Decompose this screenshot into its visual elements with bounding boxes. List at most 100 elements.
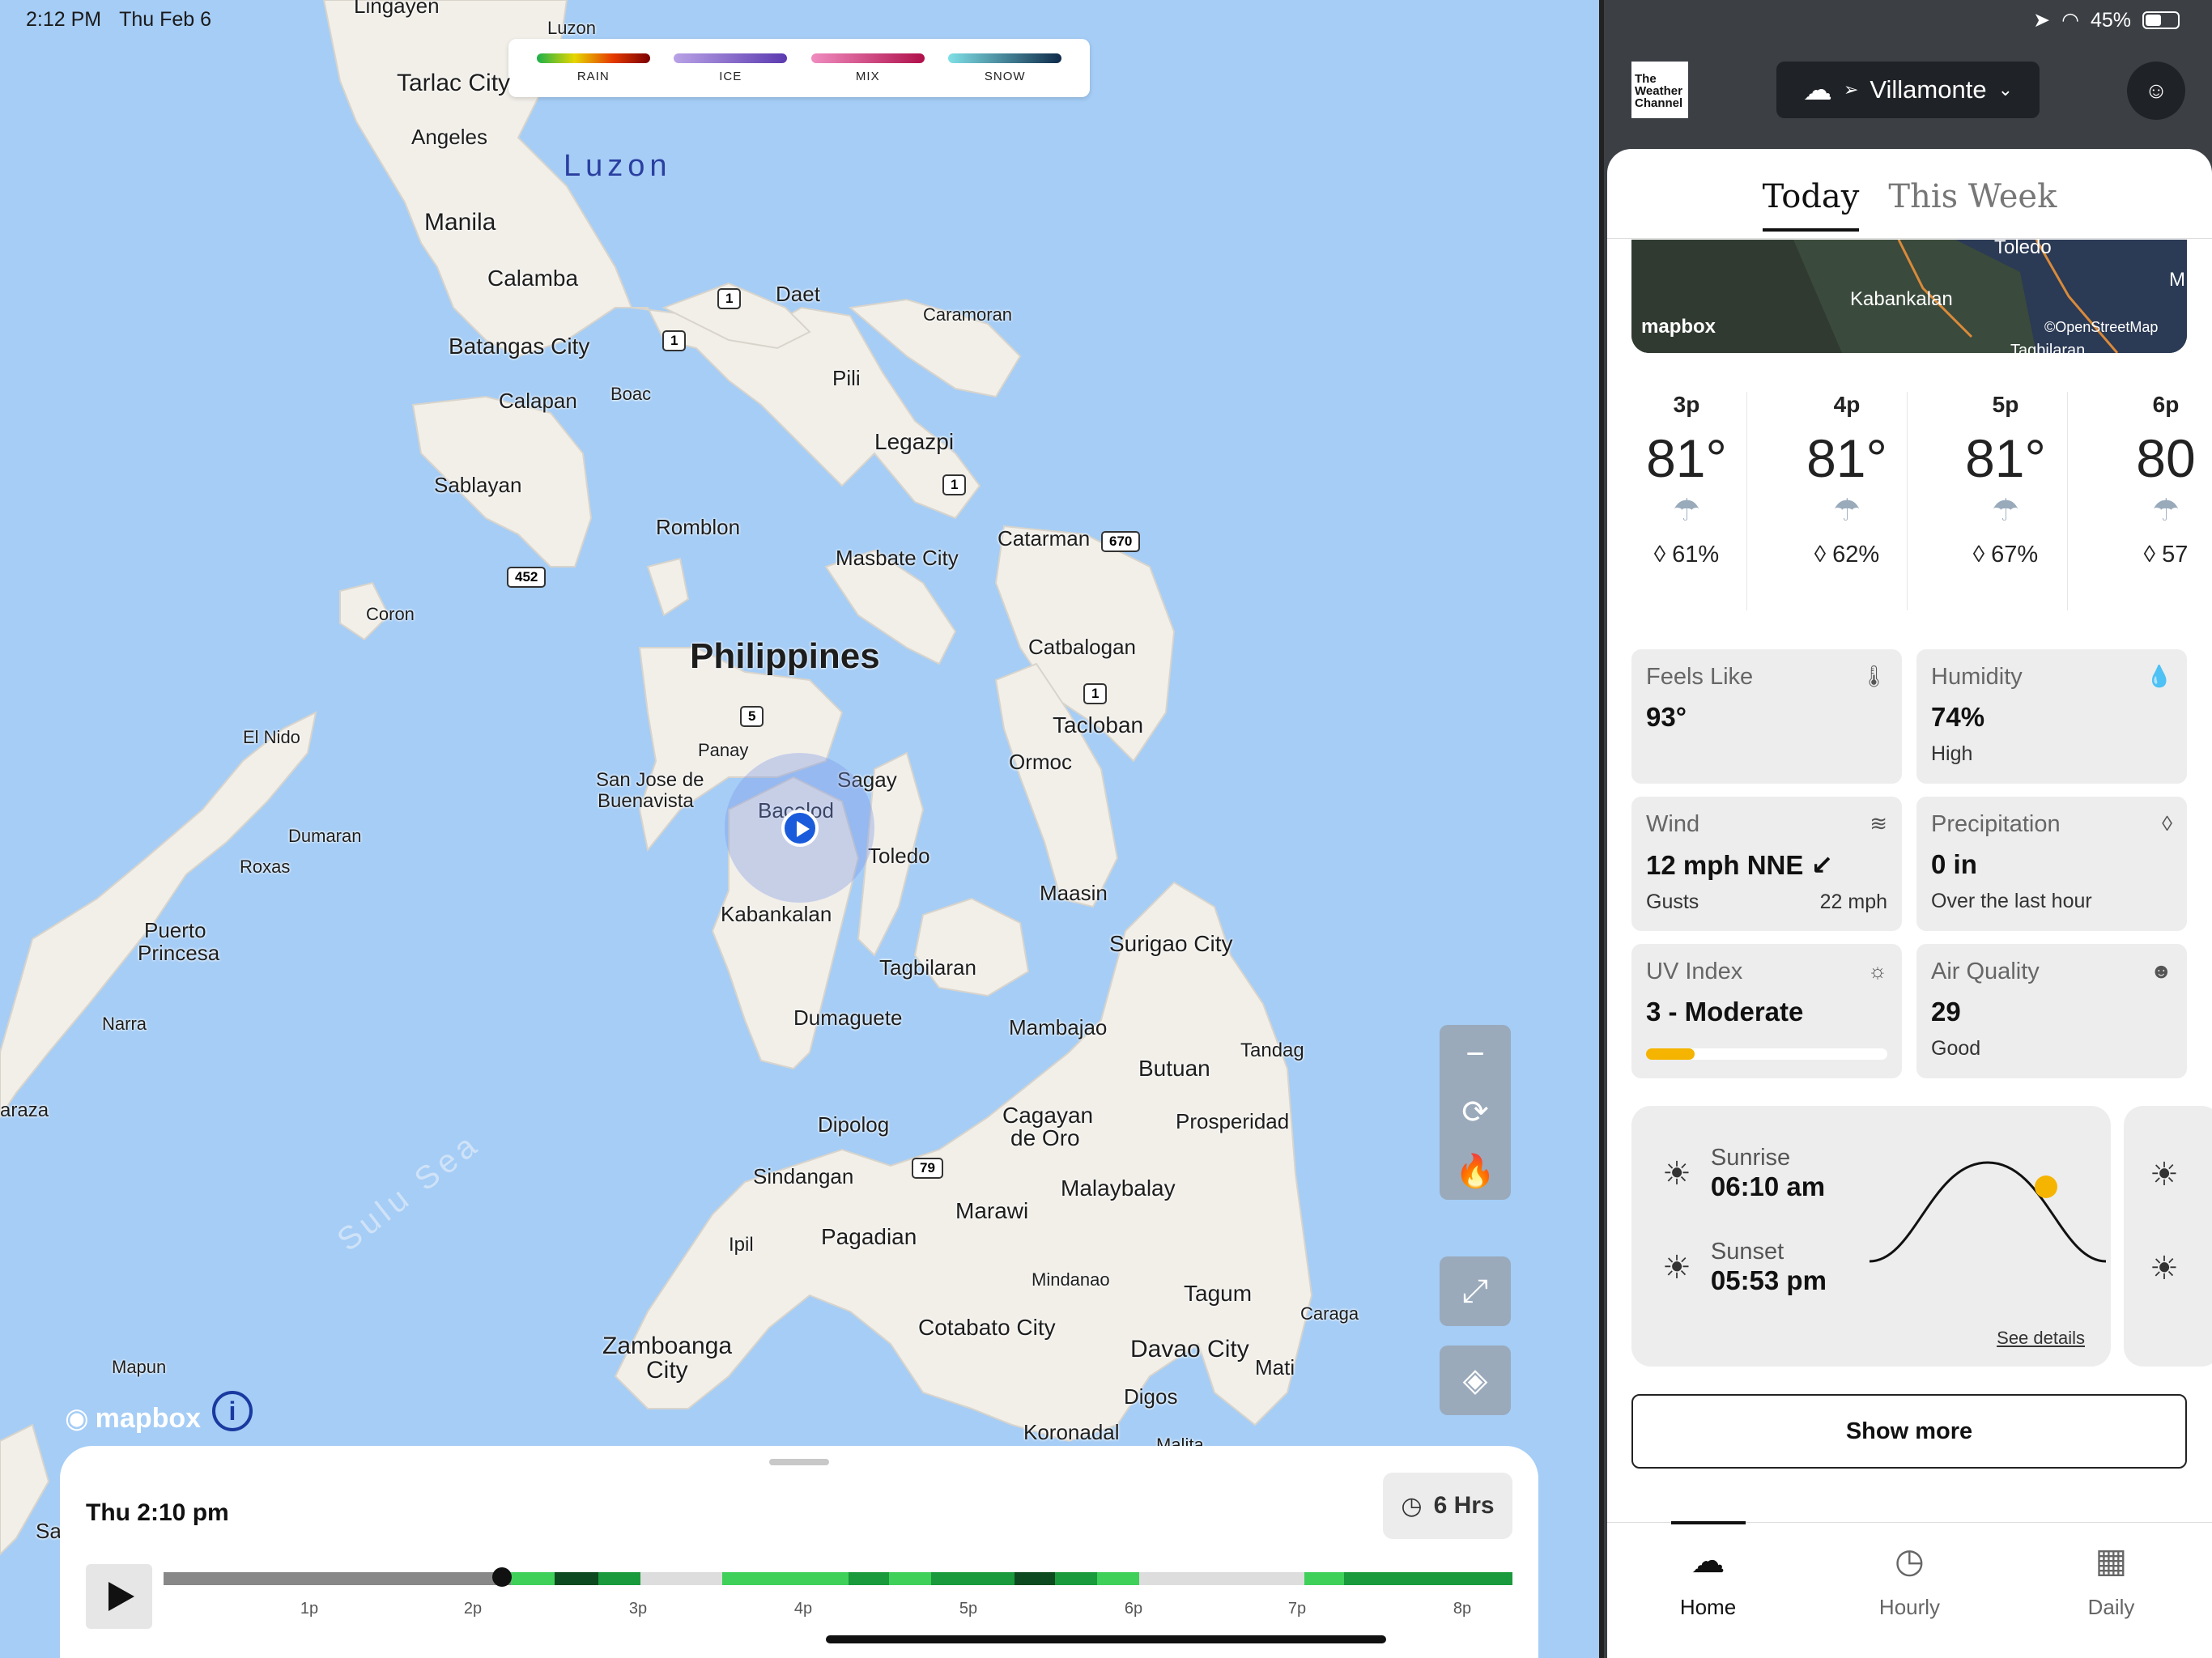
place-label: Toledo bbox=[868, 844, 930, 868]
hourly-divider bbox=[1907, 392, 1908, 610]
place-label: Angeles bbox=[411, 125, 487, 149]
country-label: Philippines bbox=[690, 636, 880, 676]
time-range-button[interactable]: ◷ 6 Hrs bbox=[1383, 1473, 1512, 1539]
mini-map-label: M bbox=[2169, 269, 2185, 291]
map-tools-group: − ⟳ 🔥 bbox=[1440, 1025, 1511, 1200]
battery-percent: 45% bbox=[2090, 8, 2131, 32]
hourly-item[interactable]: 5p 81° ☂ ◊ 67% bbox=[1926, 392, 2085, 568]
nav-hourly[interactable]: ◷ Hourly bbox=[1809, 1523, 2010, 1658]
mini-map[interactable]: Toledo Kabankalan M mapbox ©OpenStreetMa… bbox=[1631, 240, 2187, 353]
zoom-out-button[interactable]: − bbox=[1465, 1036, 1484, 1073]
wind-direction-icon: ↙ bbox=[1810, 850, 1834, 880]
place-label: Tarlac City bbox=[397, 70, 511, 96]
sun-arc-graph bbox=[1869, 1161, 2107, 1263]
home-indicator bbox=[826, 1635, 1386, 1643]
fullscreen-button[interactable]: ⤢ bbox=[1440, 1256, 1511, 1326]
place-label: El Nido bbox=[243, 727, 300, 747]
bottom-navigation: ☁ Home ◷ Hourly ▦ Daily bbox=[1607, 1521, 2212, 1658]
place-label: Catarman bbox=[998, 526, 1091, 551]
hurricane-icon[interactable]: ⟳ bbox=[1461, 1094, 1489, 1131]
moonrise-icon: ☀ bbox=[2150, 1157, 2179, 1192]
nav-home[interactable]: ☁ Home bbox=[1607, 1521, 1809, 1658]
air-quality-tile[interactable]: Air Quality ☻ 29 Good bbox=[1916, 944, 2187, 1078]
tab-today[interactable]: Today bbox=[1762, 178, 1860, 232]
place-label: Tagum bbox=[1184, 1281, 1253, 1306]
wind-icon: ≋ bbox=[1870, 811, 1887, 835]
rain-cloud-icon: ☂ bbox=[1672, 494, 1701, 528]
nav-daily[interactable]: ▦ Daily bbox=[2010, 1523, 2212, 1658]
place-label: Calamba bbox=[487, 266, 579, 291]
status-bar-left: 2:12 PM Thu Feb 6 bbox=[26, 8, 211, 32]
place-label: Prosperidad bbox=[1176, 1109, 1290, 1133]
precipitation-tile[interactable]: Precipitation ◊ 0 in Over the last hour bbox=[1916, 797, 2187, 931]
road-shield: 452 bbox=[507, 567, 547, 588]
drag-handle[interactable] bbox=[769, 1459, 829, 1465]
moon-card-partial[interactable]: ☀ ☀ bbox=[2124, 1106, 2212, 1367]
wind-tile[interactable]: Wind ≋ 12 mph NNE ↙ Gusts 22 mph bbox=[1631, 797, 1902, 931]
place-label: Buenavista bbox=[598, 790, 694, 812]
split-divider[interactable] bbox=[1599, 0, 1604, 1658]
timeline-scrubber[interactable] bbox=[492, 1567, 512, 1587]
sunset-row: ☀ Sunset 05:53 pm bbox=[1662, 1239, 1827, 1295]
timeline-tick: 1p bbox=[300, 1600, 319, 1618]
home-cloud-icon: ☁ bbox=[1691, 1541, 1725, 1579]
status-bar-right: ➤ ◠ 45% bbox=[2033, 8, 2180, 32]
radar-map[interactable]: RAIN ICE MIX SNOW Lingayen Luzon Tarlac … bbox=[0, 0, 1599, 1658]
layers-icon: ◈ bbox=[1462, 1363, 1488, 1398]
current-location-marker[interactable] bbox=[725, 753, 874, 903]
humidity-tile[interactable]: Humidity 💧 74% High bbox=[1916, 649, 2187, 784]
layers-button[interactable]: ◈ bbox=[1440, 1346, 1511, 1415]
place-label: Mambajao bbox=[1009, 1015, 1108, 1039]
place-label: de Oro bbox=[1010, 1125, 1080, 1150]
road-shield: 670 bbox=[1101, 531, 1141, 552]
play-button[interactable] bbox=[86, 1564, 152, 1629]
place-label: Mapun bbox=[112, 1357, 167, 1377]
expand-icon: ⤢ bbox=[1462, 1273, 1488, 1309]
wifi-icon: ◠ bbox=[2061, 9, 2079, 32]
place-label: Ormoc bbox=[1009, 750, 1072, 774]
sunrise-row: ☀ Sunrise 06:10 am bbox=[1662, 1145, 1826, 1201]
hourly-item[interactable]: 4p 81° ☂ ◊ 62% bbox=[1767, 392, 1926, 568]
place-label: Dumaguete bbox=[793, 1005, 903, 1030]
place-label: Panay bbox=[698, 740, 749, 760]
profile-button[interactable]: ☺ bbox=[2127, 62, 2185, 120]
see-details-link[interactable]: See details bbox=[1997, 1328, 2085, 1349]
place-label: Luzon bbox=[547, 18, 596, 38]
place-label: Lingayen bbox=[354, 0, 440, 18]
feels-like-tile[interactable]: Feels Like 🌡 93° bbox=[1631, 649, 1902, 784]
uv-index-tile[interactable]: UV Index ☼ 3 - Moderate bbox=[1631, 944, 1902, 1078]
show-more-button[interactable]: Show more bbox=[1631, 1394, 2187, 1469]
place-label: Butuan bbox=[1138, 1056, 1210, 1081]
tabs-divider bbox=[1607, 238, 2212, 239]
info-icon[interactable]: i bbox=[212, 1391, 253, 1431]
location-selector[interactable]: ☁ ➢ Villamonte ⌄ bbox=[1776, 62, 2040, 118]
sunset-icon: ☀ bbox=[1662, 1249, 1691, 1286]
location-arrow-icon: ➤ bbox=[2033, 9, 2051, 32]
place-label: Sindangan bbox=[753, 1164, 854, 1188]
place-label: Batangas City bbox=[449, 334, 590, 359]
place-label: Sablayan bbox=[434, 473, 522, 497]
status-time: 2:12 PM bbox=[26, 8, 102, 31]
hourly-item[interactable]: 3p 81° ☂ ◊ 61% bbox=[1607, 392, 1766, 568]
place-label: Caraga bbox=[1300, 1303, 1359, 1324]
tab-this-week[interactable]: This Week bbox=[1888, 178, 2057, 232]
hourly-item[interactable]: 6p 80 ☂ ◊ 57 bbox=[2087, 392, 2212, 568]
place-label: Romblon bbox=[656, 515, 741, 539]
person-air-icon: ☻ bbox=[2150, 959, 2172, 983]
place-label: Calapan bbox=[499, 389, 577, 413]
fire-icon[interactable]: 🔥 bbox=[1455, 1152, 1495, 1190]
radar-timeline: Thu 2:10 pm ◷ 6 Hrs 1p 2p 3p 4p 5p 6p 7p… bbox=[60, 1446, 1538, 1658]
droplet-icon: ◊ bbox=[1653, 542, 1666, 568]
place-label: Dumaran bbox=[288, 826, 362, 846]
road-shield: 1 bbox=[662, 330, 687, 351]
forecast-panel: Today This Week Toledo Kabankalan M mapb… bbox=[1607, 149, 2212, 1658]
sunrise-sunset-card[interactable]: ☀ Sunrise 06:10 am ☀ Sunset 05:53 pm See… bbox=[1631, 1106, 2111, 1367]
osm-attribution[interactable]: ©OpenStreetMap bbox=[2044, 319, 2158, 336]
place-label: Sa bbox=[36, 1519, 62, 1543]
timeline-tick: 5p bbox=[959, 1600, 978, 1618]
place-label: Narra bbox=[102, 1014, 147, 1034]
sun-position-dot bbox=[2035, 1175, 2057, 1198]
hourly-divider bbox=[1746, 392, 1747, 610]
timeline-track[interactable] bbox=[164, 1572, 1512, 1585]
place-label: Princesa bbox=[138, 941, 220, 965]
